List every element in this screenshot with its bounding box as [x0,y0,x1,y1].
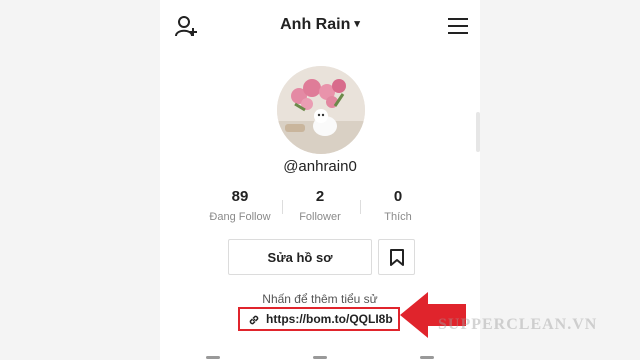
bookmarks-button[interactable] [378,239,415,275]
bio-link-text: https://bom.to/QQLI8b [266,312,393,326]
stats-row: 89 Đang Follow 2 Follower 0 Thích [160,188,480,228]
bookmark-icon [390,249,404,266]
bio-link[interactable]: https://bom.to/QQLI8b [238,307,400,331]
tab-videos[interactable] [206,356,220,359]
hamburger-menu-icon[interactable] [448,17,468,35]
watermark: SUPPERCLEAN.VN [438,316,598,333]
stat-likes[interactable]: 0 Thích [348,188,448,223]
tab-liked[interactable] [313,356,327,359]
username-label: Anh Rain [280,16,351,33]
tab-private[interactable] [420,356,434,359]
stat-label: Thích [384,211,412,223]
edit-profile-button[interactable]: Sửa hồ sơ [228,239,372,275]
avatar[interactable] [277,66,365,154]
stat-divider [282,200,283,214]
account-switcher[interactable]: Anh Rain ▾ [160,16,480,34]
profile-handle: @anhrain0 [283,158,357,175]
stat-divider [360,200,361,214]
stat-value: 0 [393,188,403,205]
link-chain-icon [249,315,259,325]
top-bar: Anh Rain ▾ [160,0,480,56]
content-tabs [160,348,480,360]
scrollbar[interactable] [476,112,480,152]
chevron-down-icon: ▾ [354,18,360,30]
